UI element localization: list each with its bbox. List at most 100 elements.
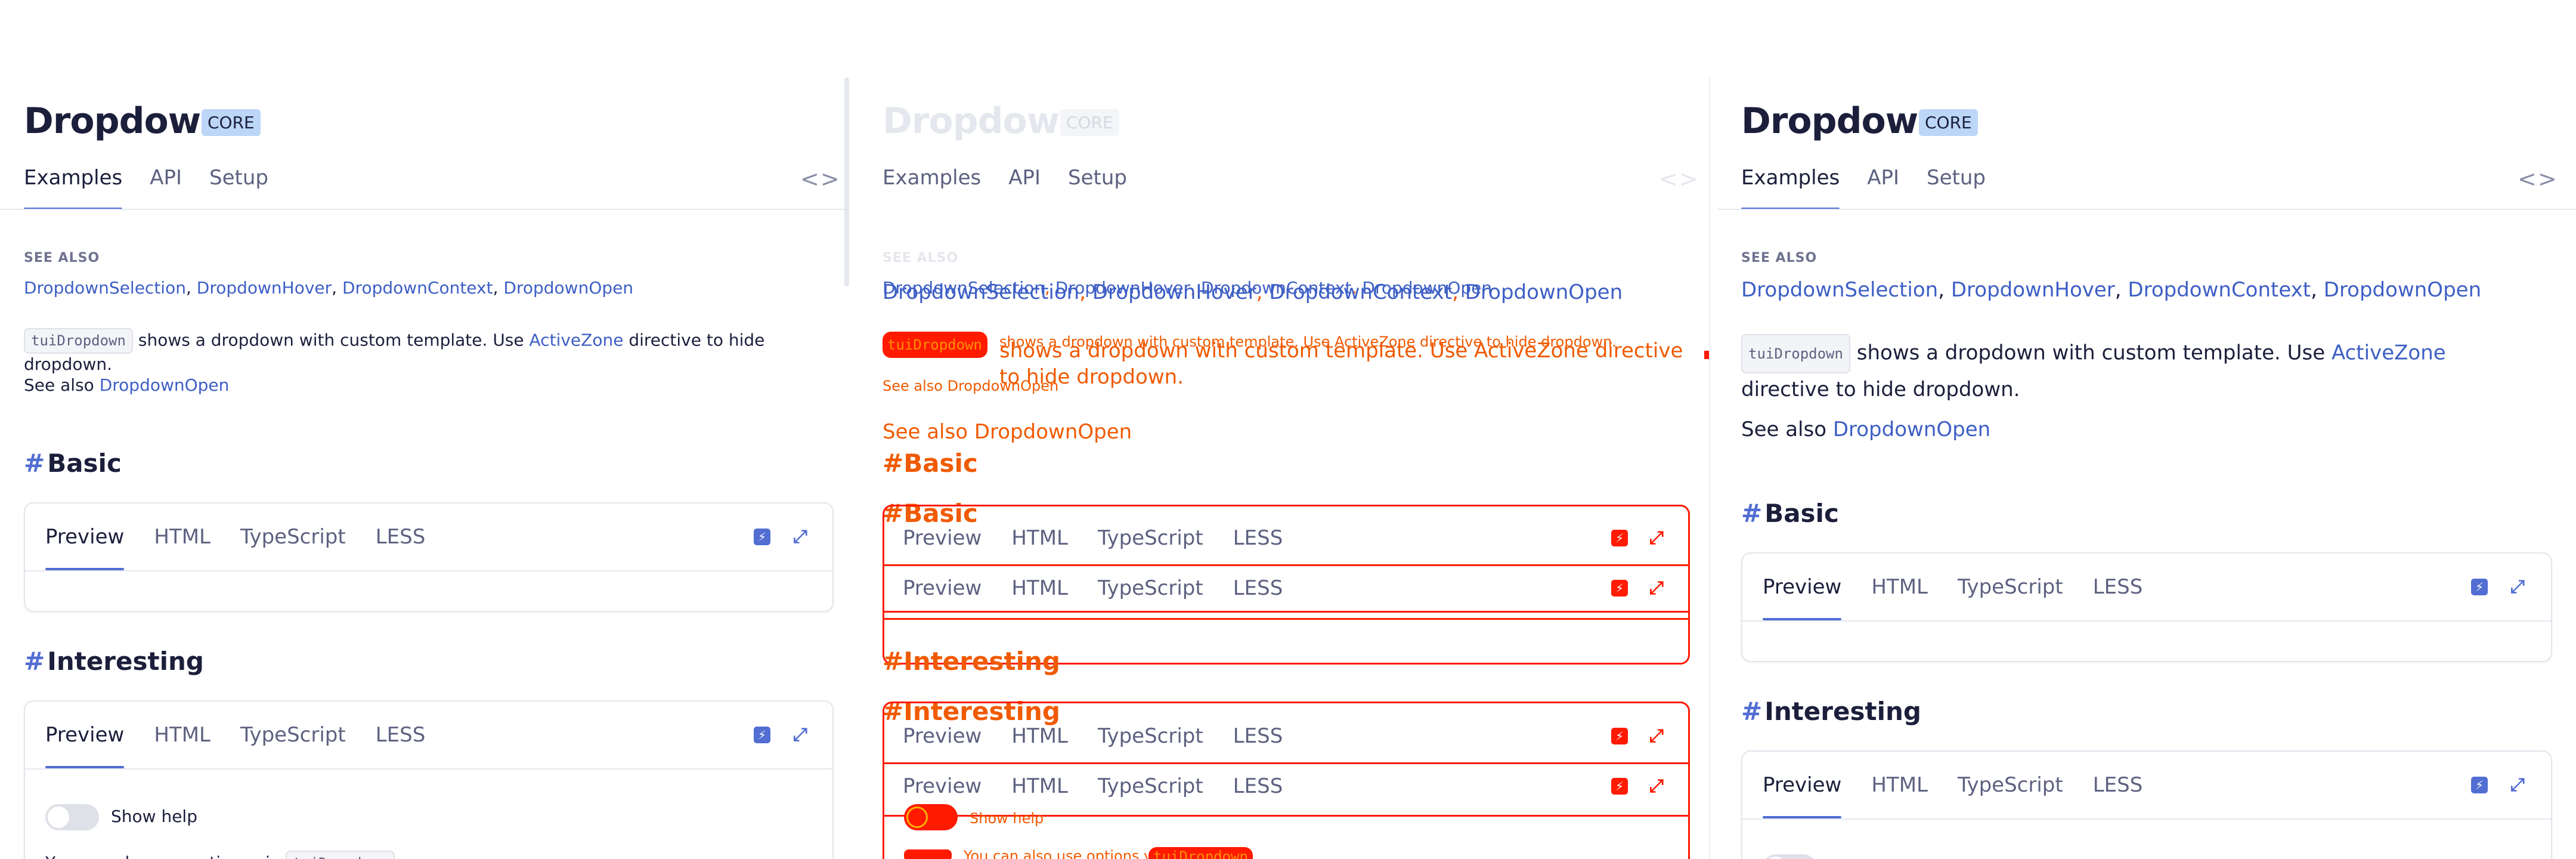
tab-html[interactable]: HTML — [154, 702, 210, 768]
core-badge: CORE — [1060, 109, 1119, 136]
core-badge: CORE — [1919, 109, 1978, 136]
expand-icon[interactable]: ⤢ — [1649, 529, 1664, 547]
stackblitz-bolt-icon[interactable]: ⚡ — [1611, 778, 1628, 795]
tab-api[interactable]: API — [150, 162, 182, 210]
tab-less[interactable]: LESS — [376, 503, 426, 570]
show-help-toggle[interactable] — [904, 804, 958, 830]
tab-setup[interactable]: Setup — [1927, 162, 1986, 210]
see-also-links: DropdownSelection, DropdownHover, Dropdo… — [1741, 278, 2482, 302]
link-dropdown-open-inline[interactable]: DropdownOpen — [100, 375, 230, 395]
description: tuiDropdown shows a dropdown with custom… — [1741, 334, 2540, 406]
link-active-zone[interactable]: ActiveZone — [2332, 341, 2446, 365]
right-panel: Dropdown CORE Examples API Setup <> SEE … — [1717, 0, 2576, 859]
anchor-link[interactable]: # — [24, 647, 45, 676]
section-heading-interesting: #Interesting — [1741, 697, 1921, 726]
core-badge: CORE — [202, 109, 261, 136]
page-tabs: Examples API Setup — [24, 162, 268, 210]
stackblitz-bolt-icon[interactable]: ⚡ — [1611, 530, 1628, 546]
tabs-divider — [0, 209, 849, 210]
demo-card-interesting: Preview HTML TypeScript LESS ⚡ ⤢ Show he… — [24, 700, 834, 859]
expand-icon[interactable]: ⤢ — [1649, 777, 1664, 795]
tab-typescript[interactable]: TypeScript — [1958, 554, 2063, 620]
demo-tabs: Preview HTML TypeScript LESS — [903, 774, 1283, 798]
page-tabs: Examples API Setup — [1741, 162, 1986, 210]
tab-html[interactable]: HTML — [154, 503, 210, 570]
section-heading-basic: #Basic — [1741, 499, 1839, 528]
link-dropdown-open[interactable]: DropdownOpen — [2324, 278, 2481, 302]
tab-typescript[interactable]: TypeScript — [240, 503, 346, 570]
anchor-link[interactable]: # — [24, 449, 45, 478]
tab-less[interactable]: LESS — [2093, 752, 2143, 818]
code-view-icon[interactable]: <> — [2518, 166, 2558, 192]
code-chip: tuiDropdown — [1148, 847, 1253, 859]
stackblitz-bolt-icon[interactable]: ⚡ — [2471, 579, 2488, 595]
code-chip: tuiDropdown — [883, 332, 987, 358]
link-dropdown-context[interactable]: DropdownContext — [342, 278, 493, 298]
section-heading-basic: #Basic — [883, 449, 978, 478]
stackblitz-bolt-icon[interactable]: ⚡ — [2471, 777, 2488, 793]
anchor-link[interactable]: # — [1741, 697, 1762, 726]
tab-typescript[interactable]: TypeScript — [1958, 752, 2063, 818]
tab-html[interactable]: HTML — [1871, 752, 1928, 818]
link-dropdown-context[interactable]: DropdownContext — [2128, 278, 2311, 302]
page-title: Dropdown — [24, 100, 226, 142]
expand-icon[interactable]: ⤢ — [2509, 776, 2526, 794]
scrollbar[interactable] — [844, 78, 849, 286]
tab-preview[interactable]: Preview — [45, 702, 125, 768]
description: tuiDropdown shows a dropdown with custom… — [24, 328, 849, 376]
page-tabs: Examples API Setup — [883, 162, 1127, 210]
link-dropdown-open[interactable]: DropdownOpen — [503, 278, 633, 298]
show-help-toggle[interactable] — [1763, 854, 1816, 859]
tab-preview[interactable]: Preview — [1763, 554, 1842, 620]
left-panel: Dropdown CORE Examples API Setup <> SEE … — [0, 0, 849, 859]
tab-less[interactable]: LESS — [2093, 554, 2143, 620]
tab-examples[interactable]: Examples — [24, 162, 123, 210]
link-dropdown-open-inline[interactable]: DropdownOpen — [1833, 418, 1990, 441]
section-heading-interesting: #Interesting — [24, 647, 204, 676]
stackblitz-bolt-icon[interactable]: ⚡ — [754, 529, 770, 545]
code-chip: tuiDropdown — [1741, 334, 1850, 373]
expand-icon[interactable]: ⤢ — [792, 726, 809, 744]
see-also-links: DropdownSelection, DropdownHover, Dropdo… — [883, 280, 1623, 304]
link-dropdown-selection[interactable]: DropdownSelection — [1741, 278, 1938, 302]
link-dropdown-hover[interactable]: DropdownHover — [197, 278, 332, 298]
tab-preview[interactable]: Preview — [45, 503, 125, 570]
tab-setup[interactable]: Setup — [1068, 162, 1127, 210]
expand-icon[interactable]: ⤢ — [2509, 578, 2526, 596]
see-also-label: SEE ALSO — [1741, 251, 1818, 265]
tab-html[interactable]: HTML — [1871, 554, 1928, 620]
demo-tabs: Preview HTML TypeScript LESS — [45, 702, 425, 768]
link-dropdown-hover[interactable]: DropdownHover — [1951, 278, 2115, 302]
see-also-line: See also DropdownOpen — [883, 420, 1132, 444]
show-help-toggle[interactable] — [45, 804, 99, 830]
stackblitz-bolt-icon[interactable]: ⚡ — [1611, 580, 1628, 597]
expand-icon[interactable]: ⤢ — [1649, 579, 1664, 597]
anchor-link[interactable]: # — [1741, 499, 1762, 528]
tab-api[interactable]: API — [1867, 162, 1899, 210]
link-active-zone[interactable]: ActiveZone — [530, 330, 624, 350]
demo-tabs: Preview HTML TypeScript LESS — [1763, 752, 2142, 818]
tab-api[interactable]: API — [1008, 162, 1041, 210]
code-view-icon[interactable]: <> — [800, 166, 841, 192]
see-also-line: See also DropdownOpen — [883, 378, 1059, 394]
expand-icon[interactable]: ⤢ — [1649, 727, 1664, 745]
demo-card-interesting: Preview HTML TypeScript LESS ⚡ ⤢ — [1741, 750, 2552, 859]
tab-typescript[interactable]: TypeScript — [240, 702, 346, 768]
demo-tabs: Preview HTML TypeScript LESS — [903, 576, 1283, 600]
link-dropdown-selection[interactable]: DropdownSelection — [24, 278, 186, 298]
stackblitz-bolt-icon[interactable]: ⚡ — [754, 727, 770, 743]
see-also-line: See also DropdownOpen — [24, 375, 230, 395]
code-view-icon[interactable]: <> — [1659, 166, 1699, 192]
see-also-links: DropdownSelection, DropdownHover, Dropdo… — [24, 278, 634, 298]
tab-less[interactable]: LESS — [376, 702, 426, 768]
tab-examples[interactable]: Examples — [883, 162, 981, 210]
code-chip: tuiDropdown — [24, 328, 133, 354]
expand-icon[interactable]: ⤢ — [792, 528, 809, 546]
middle-panel: Dropdown CORE Examples API Setup <> SEE … — [859, 0, 1717, 859]
stackblitz-bolt-icon[interactable]: ⚡ — [1611, 728, 1628, 744]
demo-tabs: Preview HTML TypeScript LESS — [1763, 554, 2142, 620]
tab-examples[interactable]: Examples — [1741, 162, 1840, 210]
tab-setup[interactable]: Setup — [209, 162, 268, 210]
see-also-label: SEE ALSO — [883, 251, 959, 265]
tab-preview[interactable]: Preview — [1763, 752, 1842, 818]
